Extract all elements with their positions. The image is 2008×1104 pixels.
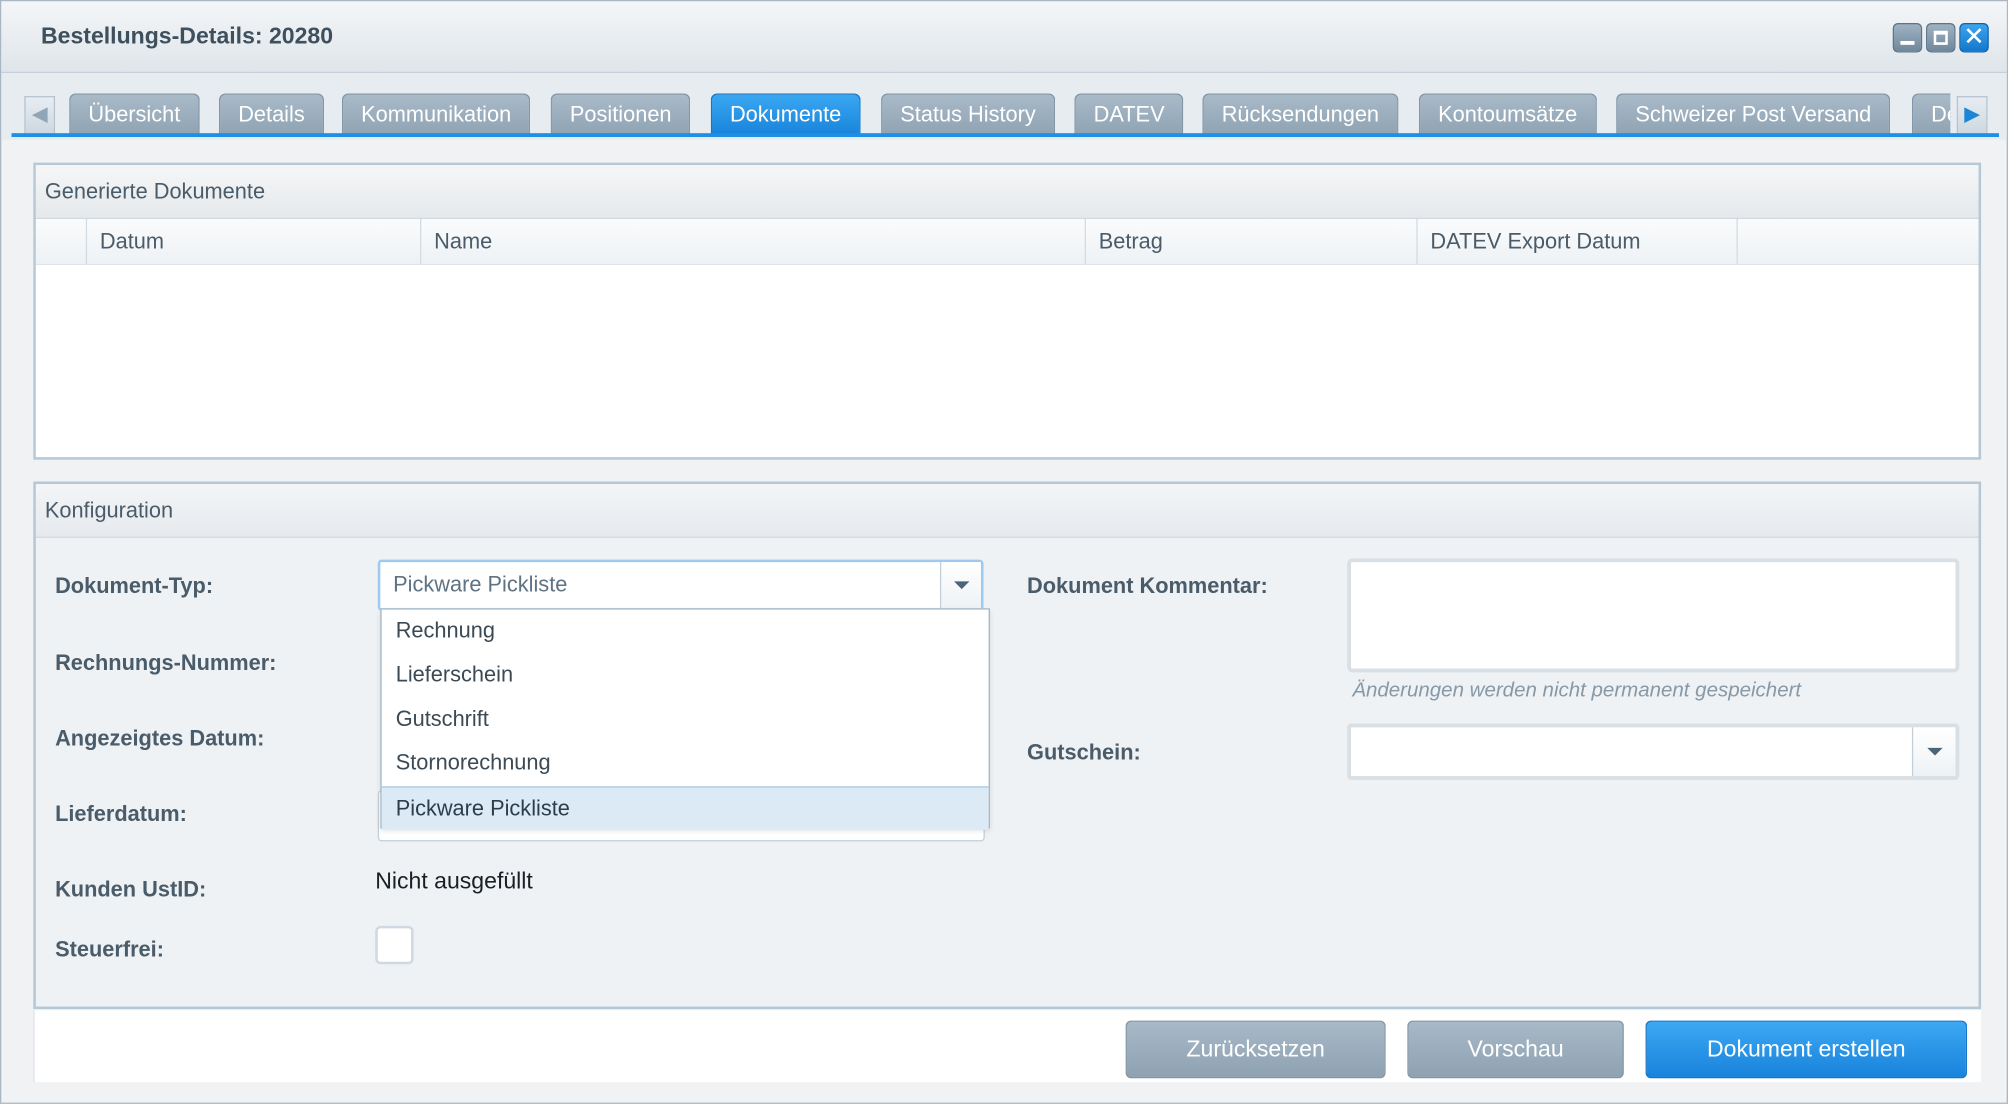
document-type-trigger[interactable]: [939, 562, 981, 609]
tab-scroll-left-icon[interactable]: ◀: [24, 96, 56, 135]
tab-kontoumsaetze[interactable]: Kontoumsätze: [1418, 93, 1597, 135]
dropdown-option-stornorechnung[interactable]: Stornorechnung: [382, 742, 989, 786]
tab-positionen[interactable]: Positionen: [550, 93, 691, 135]
tax-free-checkbox[interactable]: [375, 925, 414, 965]
display-date-label: Angezeigtes Datum:: [55, 726, 265, 751]
grid-col-actions: [1738, 219, 1979, 264]
grid-col-select[interactable]: [36, 218, 88, 264]
configuration-title: Konfiguration: [35, 484, 1979, 538]
tab-more[interactable]: De: [1911, 93, 1951, 135]
dropdown-option-pickware-pickliste[interactable]: Pickware Pickliste: [381, 785, 989, 830]
tab-status-history[interactable]: Status History: [881, 93, 1055, 135]
grid-col-datum[interactable]: Datum: [87, 218, 422, 264]
tab-kommunikation[interactable]: Kommunikation: [341, 93, 531, 135]
grid-col-betrag[interactable]: Betrag: [1086, 218, 1418, 264]
tabs-strip: Übersicht Details Kommunikation Position…: [58, 73, 1951, 140]
tab-details[interactable]: Details: [218, 93, 324, 135]
delivery-date-label: Lieferdatum:: [55, 801, 187, 826]
tab-schweizer-post-versand[interactable]: Schweizer Post Versand: [1616, 93, 1891, 135]
voucher-select[interactable]: [1347, 723, 1960, 780]
tab-uebersicht[interactable]: Übersicht: [69, 93, 200, 135]
maximize-icon[interactable]: [1926, 23, 1956, 53]
preview-button[interactable]: Vorschau: [1407, 1020, 1624, 1079]
reset-button[interactable]: Zurücksetzen: [1125, 1020, 1386, 1079]
comment-hint: Änderungen werden nicht permanent gespei…: [1352, 679, 1802, 702]
generated-documents-panel: Generierte Dokumente Datum Name Betrag D…: [33, 162, 1982, 460]
tax-free-label: Steuerfrei:: [55, 937, 164, 962]
create-document-button[interactable]: Dokument erstellen: [1645, 1020, 1968, 1079]
documents-grid-body: [35, 265, 1979, 455]
tab-dokumente[interactable]: Dokumente: [710, 93, 861, 135]
document-type-label: Dokument-Typ:: [55, 573, 214, 599]
document-type-select[interactable]: Pickware Pickliste: [377, 559, 984, 611]
document-type-value: Pickware Pickliste: [393, 572, 568, 597]
dropdown-option-gutschrift[interactable]: Gutschrift: [382, 698, 989, 742]
dropdown-option-rechnung[interactable]: Rechnung: [382, 610, 989, 654]
window-title: Bestellungs-Details: 20280: [40, 23, 334, 49]
tab-baseline: [11, 133, 2000, 138]
document-type-dropdown: Rechnung Lieferschein Gutschrift Stornor…: [380, 608, 990, 830]
tab-scroll-right-icon[interactable]: ▶: [1956, 96, 1988, 135]
window-titlebar[interactable]: Bestellungs-Details: 20280 ✕: [1, 1, 2007, 73]
customer-vat-label: Kunden UstID:: [55, 877, 207, 902]
chevron-down-icon: [1927, 747, 1943, 756]
grid-col-name[interactable]: Name: [421, 218, 1086, 264]
tab-datev[interactable]: DATEV: [1074, 93, 1184, 135]
order-details-window: Bestellungs-Details: 20280 ✕ ◀ Übersicht…: [0, 0, 2008, 1104]
documents-grid-header: Datum Name Betrag DATEV Export Datum: [35, 218, 1979, 266]
voucher-label: Gutschein:: [1027, 740, 1141, 765]
minimize-icon[interactable]: [1892, 23, 1923, 53]
dropdown-option-lieferschein[interactable]: Lieferschein: [382, 654, 989, 698]
close-icon[interactable]: ✕: [1959, 23, 1989, 53]
grid-col-datev-export-datum[interactable]: DATEV Export Datum: [1418, 218, 1738, 264]
voucher-trigger[interactable]: [1911, 727, 1956, 777]
customer-vat-value: Nicht ausgefüllt: [375, 868, 533, 894]
chevron-down-icon: [954, 581, 970, 590]
tab-bar: ◀ Übersicht Details Kommunikation Positi…: [1, 72, 2007, 140]
generated-documents-title: Generierte Dokumente: [35, 165, 1979, 219]
document-comment-label: Dokument Kommentar:: [1027, 573, 1268, 599]
invoice-number-label: Rechnungs-Nummer:: [55, 650, 277, 675]
window-controls: ✕: [1892, 23, 1989, 53]
document-comment-textarea[interactable]: [1347, 558, 1960, 673]
tab-ruecksendungen[interactable]: Rücksendungen: [1202, 93, 1399, 135]
